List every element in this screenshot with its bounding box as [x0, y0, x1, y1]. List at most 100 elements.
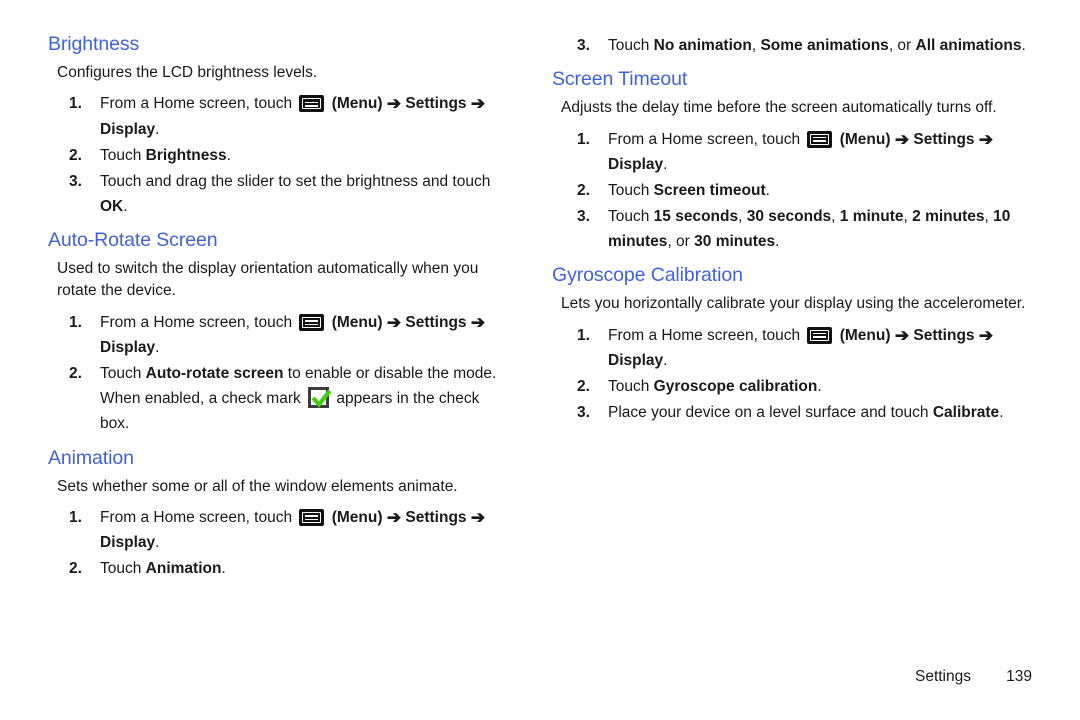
step-list: 1. From a Home screen, touch (Menu) ➔ Set… [48, 505, 510, 581]
emphasis-text: Calibrate [932, 403, 1000, 421]
step-number: 3. [577, 37, 590, 54]
step-list: 1. From a Home screen, touch (Menu) ➔ Set… [48, 91, 510, 219]
footer-page-number: 139 [1006, 668, 1032, 685]
body-text: , [831, 207, 840, 225]
section-description: Adjusts the delay time before the screen… [561, 99, 997, 117]
emphasis-text: Settings [401, 313, 471, 331]
body-text: . [775, 233, 780, 251]
right-arrow-icon: ➔ [470, 94, 486, 114]
body-text: , or [888, 37, 916, 54]
emphasis-text: No animation [653, 37, 752, 54]
body-text: . [155, 339, 160, 357]
body-text: . [123, 197, 128, 215]
body-text: , or [667, 233, 695, 251]
step-list: 1. From a Home screen, touch (Menu) ➔ Set… [552, 323, 1032, 425]
right-arrow-icon: ➔ [470, 312, 486, 332]
emphasis-text: (Menu) [835, 130, 895, 148]
right-arrow-icon: ➔ [894, 129, 910, 149]
emphasis-text: Settings [909, 326, 979, 344]
step-number: 3. [69, 172, 82, 190]
step-number: 2. [69, 146, 82, 164]
step-number: 1. [577, 130, 590, 148]
body-text: Touch and drag the slider to set the bri… [100, 172, 491, 190]
step-item: 3. Touch No animation, Some animations, o… [552, 33, 1032, 58]
emphasis-text: 15 seconds [653, 207, 739, 225]
step-item: 1. From a Home screen, touch (Menu) ➔ Set… [48, 91, 510, 141]
body-text: . [155, 120, 160, 138]
emphasis-text: Animation [145, 560, 222, 578]
menu-icon [807, 130, 833, 148]
step-item: 2. Touch Gyroscope calibration. [552, 374, 1032, 399]
body-text: . [663, 351, 668, 369]
step-number: 2. [577, 377, 590, 395]
step-item: 1. From a Home screen, touch (Menu) ➔ Set… [552, 323, 1032, 373]
body-text: , [984, 207, 994, 225]
emphasis-text: Settings [909, 130, 979, 148]
emphasis-text: Display [100, 339, 156, 357]
step-item: 3. Touch 15 seconds, 30 seconds, 1 minute… [552, 204, 1032, 254]
menu-icon [299, 313, 325, 331]
step-number: 2. [577, 181, 590, 199]
checkbox-checked-icon [308, 387, 332, 409]
section-heading: Animation [48, 446, 134, 469]
body-text: . [817, 377, 822, 395]
step-item: 2. Touch Animation. [48, 556, 510, 581]
body-text: . [1021, 37, 1026, 54]
emphasis-text: 30 seconds [746, 207, 832, 225]
step-number: 1. [577, 326, 590, 344]
body-text: . [999, 403, 1004, 421]
emphasis-text: Gyroscope calibration [653, 377, 818, 395]
footer-section-label: Settings [914, 668, 971, 685]
body-text: Touch [608, 207, 654, 225]
manual-page: Brightness Configures the LCD brightness … [0, 0, 1080, 720]
section-description: Sets whether some or all of the window e… [57, 477, 458, 495]
emphasis-text: Display [608, 155, 664, 173]
section-description: Lets you horizontally calibrate your dis… [561, 295, 1026, 313]
menu-icon [807, 326, 833, 344]
step-number: 3. [577, 403, 590, 421]
step-number: 2. [69, 365, 82, 383]
menu-icon [299, 508, 325, 526]
right-arrow-icon: ➔ [894, 325, 910, 345]
emphasis-text: (Menu) [835, 326, 895, 344]
body-text: From a Home screen, touch [100, 95, 297, 113]
body-text: . [226, 146, 231, 164]
step-number: 1. [69, 508, 82, 526]
section-description: Used to switch the display orientation a… [57, 260, 479, 300]
right-column: 3. Touch No animation, Some animations, o… [540, 0, 1080, 720]
page-footer: Settings 139 [915, 668, 1032, 686]
section-heading: Screen Timeout [552, 68, 688, 91]
emphasis-text: OK [100, 197, 124, 215]
body-text: , [738, 207, 747, 225]
body-text: Touch [608, 37, 654, 54]
emphasis-text: Display [100, 120, 156, 138]
section-heading: Gyroscope Calibration [552, 264, 743, 287]
step-list: 1. From a Home screen, touch (Menu) ➔ Set… [48, 310, 510, 437]
section-description: Configures the LCD brightness levels. [57, 64, 318, 81]
body-text: From a Home screen, touch [608, 326, 805, 344]
step-item: 1. From a Home screen, touch (Menu) ➔ Set… [48, 505, 510, 555]
left-column: Brightness Configures the LCD brightness … [0, 0, 540, 720]
body-text: From a Home screen, touch [100, 508, 297, 526]
emphasis-text: Brightness [145, 146, 227, 164]
emphasis-text: Display [608, 351, 664, 369]
menu-icon [299, 95, 325, 113]
body-text: . [663, 155, 668, 173]
body-text: . [155, 534, 160, 552]
step-number: 1. [69, 313, 82, 331]
step-number: 3. [577, 207, 590, 225]
right-arrow-icon: ➔ [386, 507, 402, 527]
body-text: Touch [100, 560, 146, 578]
right-arrow-icon: ➔ [386, 312, 402, 332]
step-item: 3. Place your device on a level surface a… [552, 400, 1032, 425]
step-list: 1. From a Home screen, touch (Menu) ➔ Set… [552, 127, 1032, 255]
body-text: Place your device on a level surface and… [608, 403, 933, 421]
right-arrow-icon: ➔ [386, 94, 402, 114]
section-heading: Brightness [48, 33, 140, 55]
step-item: 2. Touch Auto-rotate screen to enable or … [48, 361, 510, 436]
step-item: 2. Touch Screen timeout. [552, 178, 1032, 203]
step-item: 1. From a Home screen, touch (Menu) ➔ Set… [552, 127, 1032, 177]
emphasis-text: Auto-rotate screen [145, 365, 284, 383]
emphasis-text: 2 minutes [912, 207, 985, 225]
step-item: 2. Touch Brightness. [48, 143, 510, 168]
